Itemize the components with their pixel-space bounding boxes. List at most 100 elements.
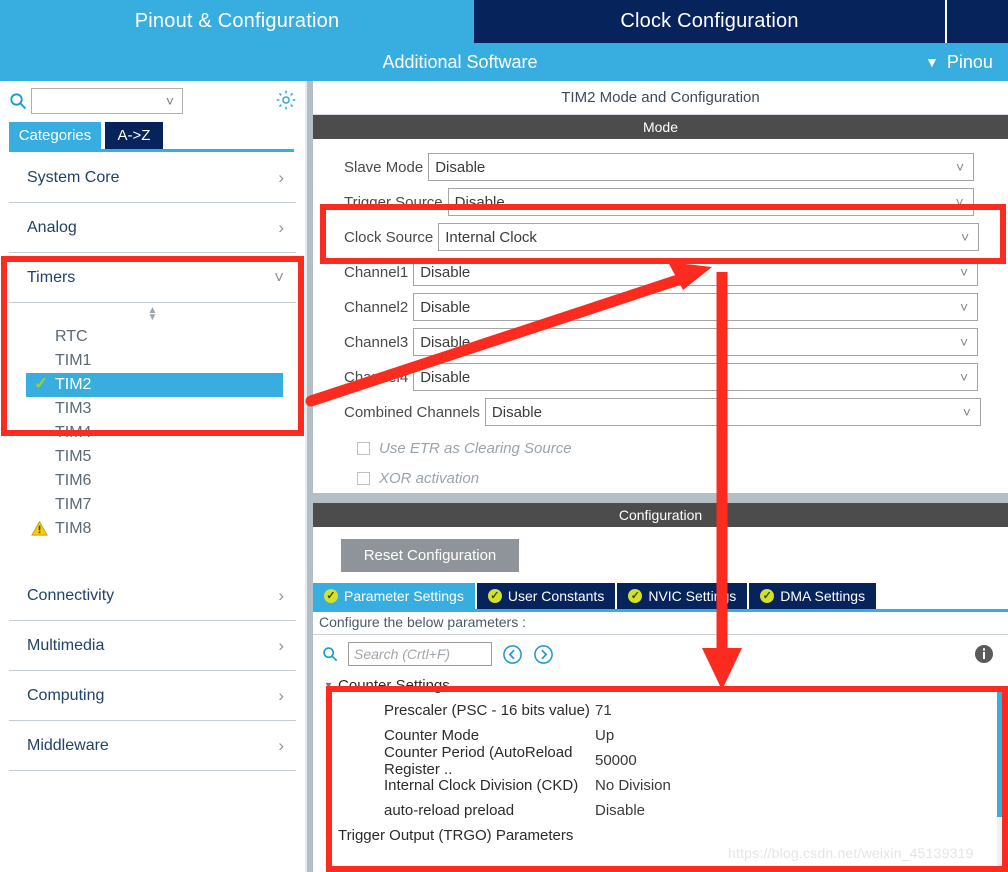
checkbox-label: XOR activation xyxy=(379,469,480,487)
tab-parameter-settings[interactable]: ✓ Parameter Settings xyxy=(313,583,477,609)
param-name: Prescaler (PSC - 16 bits value) xyxy=(384,702,590,719)
parameter-scrollbar-thumb[interactable] xyxy=(997,687,1008,817)
chevron-down-icon: ˅ xyxy=(165,92,174,109)
param-name: auto-reload preload xyxy=(384,802,515,819)
tab-dma-settings[interactable]: ✓ DMA Settings xyxy=(749,583,879,609)
trigger-source-dropdown[interactable]: Disable ˅ xyxy=(447,188,974,216)
chevron-right-icon: › xyxy=(278,167,284,187)
sidebar-category-connectivity[interactable]: Connectivity › xyxy=(9,571,296,621)
additional-software-button[interactable]: Additional Software xyxy=(0,43,920,81)
sidebar-category-analog[interactable]: Analog › xyxy=(9,203,296,253)
mode-section-header: Mode xyxy=(313,115,1008,139)
tab-next-partial[interactable] xyxy=(947,0,1008,43)
table-row[interactable]: Counter Period (AutoReload Register .. 5… xyxy=(313,744,1008,778)
chevron-right-icon: › xyxy=(278,217,284,237)
sub-tab-bar: Additional Software ▼ Pinou xyxy=(0,43,1008,81)
sidebar-category-system-core[interactable]: System Core › xyxy=(9,153,296,203)
dropdown-value: Disable xyxy=(420,263,471,281)
chevron-down-icon: ▾ xyxy=(325,830,332,841)
expand-all-icon[interactable] xyxy=(533,644,554,665)
sidebar-category-multimedia[interactable]: Multimedia › xyxy=(9,621,296,671)
category-label: Middleware xyxy=(27,736,109,754)
category-label: Computing xyxy=(27,686,105,704)
chevron-down-icon: ▾ xyxy=(325,680,332,691)
category-list: System Core › Analog › Timers ˅ ▲▼ RTC xyxy=(0,153,305,771)
category-label: Analog xyxy=(27,218,77,236)
page-title: TIM2 Mode and Configuration xyxy=(313,81,1008,115)
param-name: Counter Mode xyxy=(384,727,480,744)
table-row[interactable]: Internal Clock Division (CKD) No Divisio… xyxy=(313,773,1008,798)
ip-label: RTC xyxy=(55,328,88,345)
main-panel: TIM2 Mode and Configuration Mode Slave M… xyxy=(313,81,1008,872)
chevron-down-icon: ˅ xyxy=(961,229,970,245)
sidebar-category-middleware[interactable]: Middleware › xyxy=(9,721,296,771)
category-label: Timers xyxy=(27,268,76,286)
info-icon[interactable] xyxy=(974,644,994,664)
tab-clock-label: Clock Configuration xyxy=(620,10,799,32)
field-channel4: Channel4 Disable ˅ xyxy=(313,363,1008,391)
tab-clock-configuration[interactable]: Clock Configuration xyxy=(474,0,945,43)
list-item[interactable]: TIM7 xyxy=(0,493,305,517)
configuration-section-header: Configuration xyxy=(313,503,1008,527)
tab-pinout-configuration[interactable]: Pinout & Configuration xyxy=(0,0,474,43)
collapse-all-icon[interactable] xyxy=(502,644,523,665)
ip-label: TIM2 xyxy=(55,376,92,393)
list-item[interactable]: TIM6 xyxy=(0,469,305,493)
parameter-search-row: Search (Crtl+F) xyxy=(313,635,1008,673)
dropdown-value: Disable xyxy=(491,403,542,421)
list-item[interactable]: TIM5 xyxy=(0,445,305,469)
field-label: Channel1 xyxy=(344,263,409,281)
tab-categories[interactable]: Categories xyxy=(9,122,101,149)
combined-channels-dropdown[interactable]: Disable ˅ xyxy=(484,398,981,426)
dropdown-value: Disable xyxy=(435,158,486,176)
field-label: Slave Mode xyxy=(344,158,424,176)
param-value: 71 xyxy=(595,702,612,719)
sidebar-category-computing[interactable]: Computing › xyxy=(9,671,296,721)
pinout-menu-button[interactable]: ▼ Pinou xyxy=(925,43,993,81)
check-circle-icon: ✓ xyxy=(760,589,775,603)
field-clock-source: Clock Source Internal Clock ˅ xyxy=(313,223,1008,251)
chevron-right-icon: › xyxy=(278,635,284,655)
list-item[interactable]: TIM4 xyxy=(0,421,305,445)
sidebar-category-timers[interactable]: Timers ˅ xyxy=(9,253,296,303)
slave-mode-dropdown[interactable]: Disable ˅ xyxy=(428,153,975,181)
checkbox-xor-activation[interactable]: XOR activation xyxy=(313,463,1008,493)
clock-source-dropdown[interactable]: Internal Clock ˅ xyxy=(438,223,980,251)
table-row[interactable]: auto-reload preload Disable xyxy=(313,798,1008,823)
checkbox-icon xyxy=(357,471,370,485)
ip-label: TIM7 xyxy=(55,496,92,513)
checkbox-label: Use ETR as Clearing Source xyxy=(379,439,572,457)
parameter-search-input[interactable]: Search (Crtl+F) xyxy=(348,642,492,666)
configure-note: Configure the below parameters : xyxy=(313,609,1008,635)
table-row[interactable]: Prescaler (PSC - 16 bits value) 71 xyxy=(313,698,1008,723)
category-label: Connectivity xyxy=(27,586,115,604)
chevron-down-icon: ˅ xyxy=(960,334,969,350)
channel4-dropdown[interactable]: Disable ˅ xyxy=(413,363,979,391)
gear-icon[interactable] xyxy=(275,89,297,111)
param-group-counter-settings[interactable]: ▾ Counter Settings xyxy=(313,673,1008,698)
field-channel1: Channel1 Disable ˅ xyxy=(313,258,1008,286)
list-item[interactable]: TIM1 xyxy=(0,349,305,373)
sidebar-search-row: ˅ xyxy=(0,81,305,120)
list-item[interactable]: RTC xyxy=(0,325,305,349)
tab-user-constants[interactable]: ✓ User Constants xyxy=(476,583,618,609)
timers-scroll-spinner[interactable]: ▲ ▼ xyxy=(0,303,305,325)
sidebar-search-input[interactable]: ˅ xyxy=(31,87,183,114)
chevron-down-icon: ˅ xyxy=(960,299,969,315)
tab-nvic-settings[interactable]: ✓ NVIC Settings xyxy=(617,583,750,609)
list-item[interactable]: TIM3 xyxy=(0,397,305,421)
reset-configuration-button[interactable]: Reset Configuration xyxy=(341,538,519,572)
list-item-tim8[interactable]: TIM8 xyxy=(0,517,305,541)
chevron-down-icon: ˅ xyxy=(956,159,965,175)
channel3-dropdown[interactable]: Disable ˅ xyxy=(413,328,979,356)
channel1-dropdown[interactable]: Disable ˅ xyxy=(413,258,979,286)
checkbox-use-etr-clearing-source[interactable]: Use ETR as Clearing Source xyxy=(313,433,1008,463)
tab-a-to-z[interactable]: A->Z xyxy=(105,122,163,149)
additional-software-label: Additional Software xyxy=(382,51,538,72)
channel2-dropdown[interactable]: Disable ˅ xyxy=(413,293,979,321)
field-channel2: Channel2 Disable ˅ xyxy=(313,293,1008,321)
spinner-arrows-icon: ▲ ▼ xyxy=(147,305,158,323)
section-splitter[interactable] xyxy=(313,493,1008,503)
list-item-tim2-selected[interactable]: ✓ TIM2 xyxy=(26,373,283,397)
chevron-down-icon: ˅ xyxy=(960,264,969,280)
